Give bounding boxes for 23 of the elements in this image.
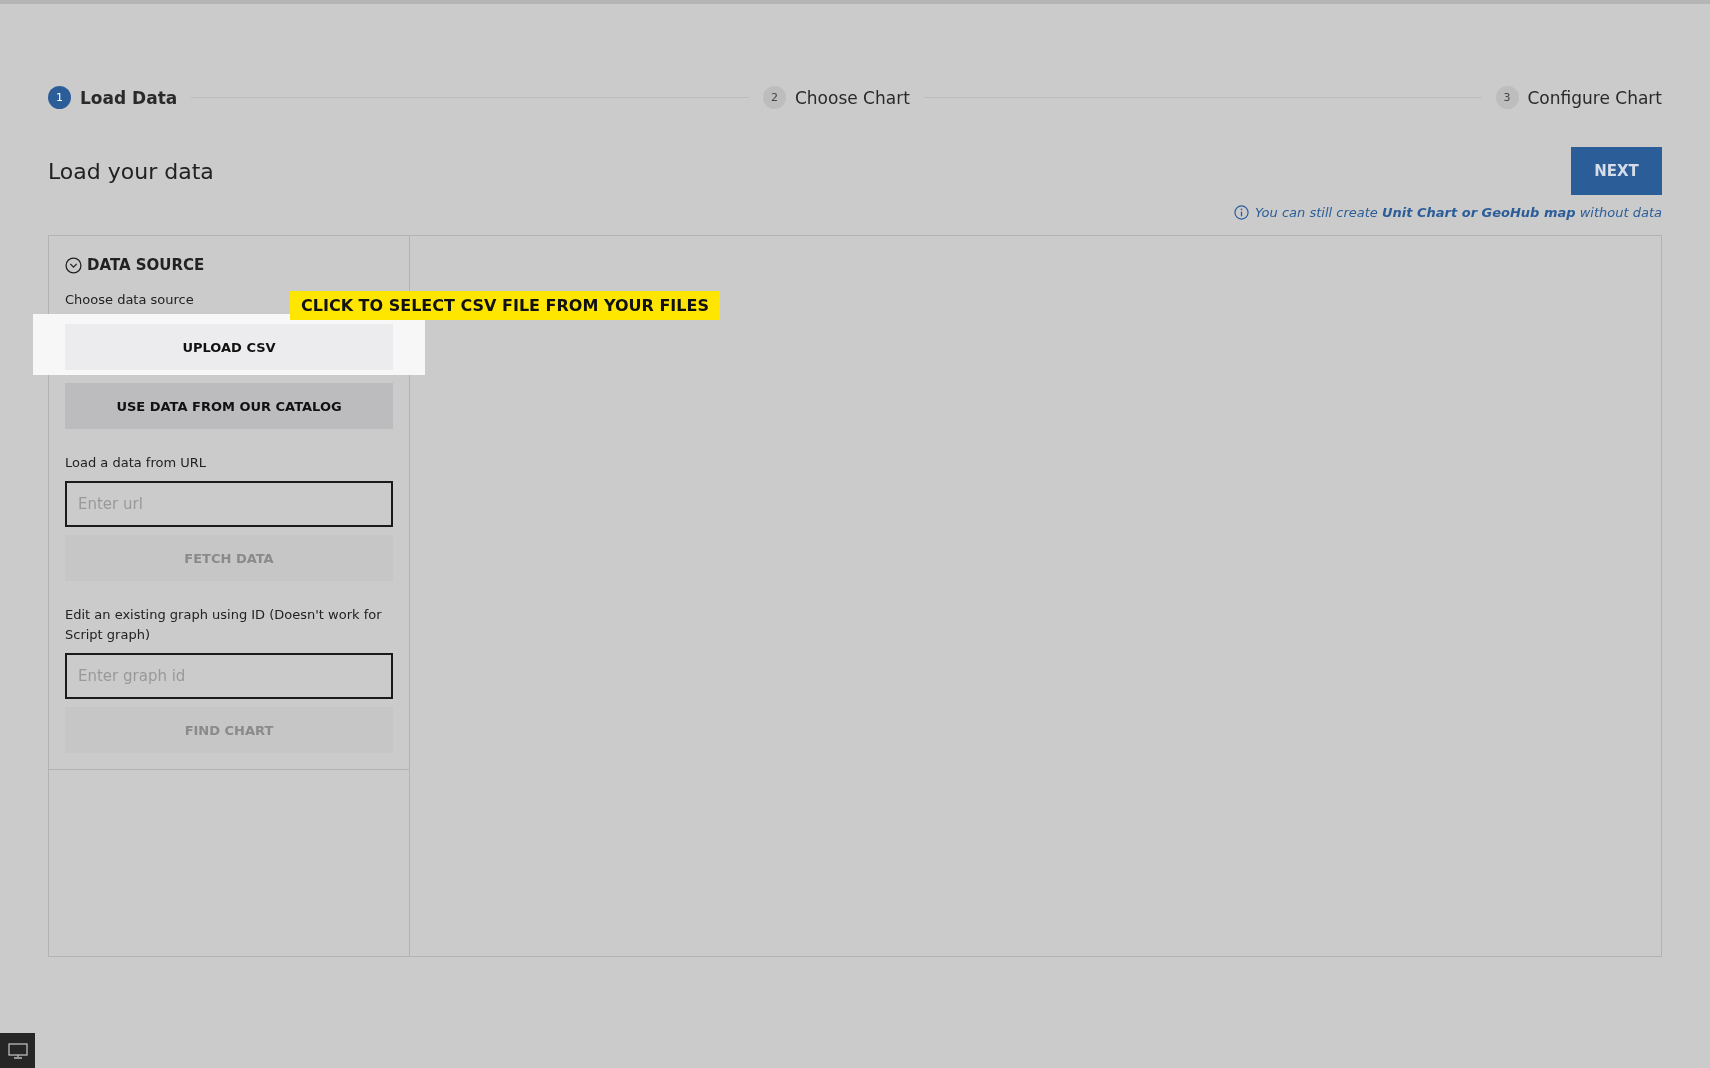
page-heading: Load your data: [48, 158, 214, 184]
step-label: Configure Chart: [1527, 87, 1662, 108]
source-button[interactable]: USE DATA FROM OUR CATALOG: [65, 383, 393, 429]
next-button[interactable]: NEXT: [1571, 147, 1662, 195]
section-title: DATA SOURCE: [87, 256, 205, 274]
chevron-circle-icon[interactable]: [65, 256, 82, 274]
step-label: Choose Chart: [794, 87, 910, 108]
step-number: 1: [48, 86, 71, 109]
step-number: 2: [762, 86, 786, 109]
stepper-step[interactable]: 3 Configure Chart: [1495, 86, 1662, 109]
field-label: Edit an existing graph using ID (Doesn't work for Script graph): [65, 606, 383, 644]
tour-tooltip: CLICK TO SELECT CSV FILE FROM YOUR FILES: [290, 291, 720, 320]
step-label: Load Data: [80, 87, 178, 108]
monitor-button[interactable]: [0, 1033, 35, 1068]
info-note: You can still create Unit Chart or GeoHub map without data: [1255, 205, 1662, 220]
field-label: Choose data source: [65, 291, 194, 309]
step-number: 3: [1495, 86, 1519, 109]
stepper-step[interactable]: 1 Load Data: [48, 86, 178, 109]
info-icon: [1234, 205, 1250, 220]
stepper-step[interactable]: 2 Choose Chart: [762, 86, 910, 109]
upload-button[interactable]: UPLOAD CSV: [65, 324, 393, 370]
monitor-icon: [7, 1042, 28, 1059]
field-label: Load a data from URL: [65, 454, 206, 472]
